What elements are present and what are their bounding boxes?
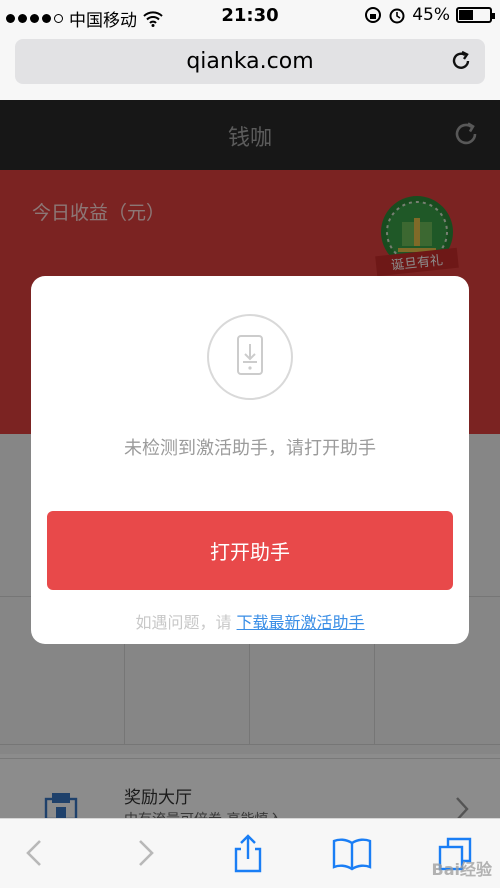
rotation-lock-icon [365, 7, 382, 23]
browser-address-area: qianka.com [0, 32, 500, 100]
back-icon[interactable] [16, 833, 56, 873]
phone-download-icon [207, 314, 293, 400]
battery-icon [456, 7, 495, 23]
footer-prefix: 如遇问题，请 [135, 613, 232, 632]
alarm-icon [389, 8, 405, 24]
reload-icon[interactable] [449, 49, 473, 73]
status-right: 45% [364, 5, 495, 25]
download-assistant-link[interactable]: 下载最新激活助手 [237, 613, 365, 632]
open-assistant-button[interactable]: 打开助手 [47, 511, 453, 590]
share-icon[interactable] [228, 833, 268, 873]
watermark-logo: Bai经验 [431, 860, 492, 879]
battery-fill [459, 10, 473, 20]
url-text: qianka.com [186, 49, 314, 74]
forward-icon[interactable] [124, 833, 164, 873]
assistant-modal: 未检测到激活助手，请打开助手 打开助手 如遇问题，请 下载最新激活助手 [31, 276, 469, 644]
status-bar: 中国移动 21:30 45% [0, 0, 500, 32]
bookmarks-icon[interactable] [332, 833, 372, 873]
modal-footer: 如遇问题，请 下载最新激活助手 [31, 609, 469, 633]
address-bar[interactable]: qianka.com [15, 39, 485, 84]
modal-message: 未检测到激活助手，请打开助手 [124, 438, 376, 459]
battery-percent: 45% [412, 5, 450, 25]
browser-toolbar: Bai经验 [0, 818, 500, 888]
